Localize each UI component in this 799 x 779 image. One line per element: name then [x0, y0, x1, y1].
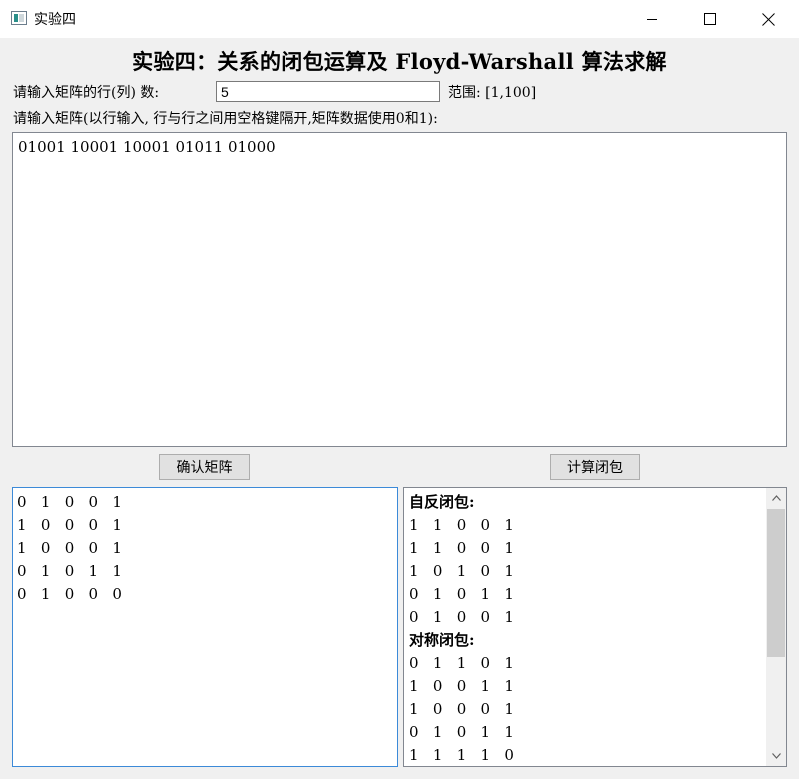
closure-results[interactable]: 自反闭包: 1 1 0 0 1 1 1 0 0 1 1 0 1 0 1 0 1 0 1…	[403, 487, 787, 767]
matrix-row: 0 1 1 0 1	[409, 654, 514, 672]
matrix-row: 1 0 0 0 1	[409, 700, 514, 718]
matrix-row: 0 1 0 1 1	[409, 585, 514, 603]
matrix-row: 1 0 0 0 1	[17, 539, 122, 557]
matrix-row: 1 1 0 0 1	[409, 516, 514, 534]
matrix-row: 0 1 0 1 1	[17, 562, 122, 580]
minimize-button[interactable]	[623, 0, 681, 38]
compute-closure-button[interactable]: 计算闭包	[550, 454, 640, 480]
close-button[interactable]	[739, 0, 797, 38]
range-label: 范围: [1,100]	[448, 85, 537, 101]
matrix-row: 1 0 1 0 1	[409, 562, 514, 580]
matrix-row: 1 0 0 0 1	[17, 516, 122, 534]
reflexive-closure-rows: 1 1 0 0 1 1 1 0 0 1 1 0 1 0 1 0 1 0 1 1 0 1 …	[409, 514, 786, 629]
chevron-down-icon	[771, 753, 781, 759]
window-title: 实验四	[34, 12, 76, 28]
close-icon	[761, 12, 775, 26]
matrix-input[interactable]: 01001 10001 10001 01011 01000	[12, 132, 787, 447]
matrix-row: 0 1 0 0 1	[409, 608, 514, 626]
scroll-thumb[interactable]	[767, 509, 785, 657]
size-label: 请输入矩阵的行(列) 数:	[13, 85, 160, 101]
maximize-button[interactable]	[681, 0, 739, 38]
size-input[interactable]	[216, 81, 440, 102]
confirm-matrix-button[interactable]: 确认矩阵	[159, 454, 250, 480]
scroll-down-button[interactable]	[766, 746, 786, 766]
scroll-up-button[interactable]	[766, 488, 786, 508]
matrix-rows: 0 1 0 0 1 1 0 0 0 1 1 0 0 0 1 0 1 0 1 1 0 1 …	[13, 488, 397, 606]
matrix-row: 1 0 0 1 1	[409, 677, 514, 695]
app-icon	[11, 11, 27, 25]
maximize-icon	[704, 13, 716, 25]
title-bar: 实验四	[0, 0, 799, 38]
matrix-row: 0 1 0 0 0	[17, 585, 122, 603]
matrix-row: 1 1 0 0 1	[409, 539, 514, 557]
vertical-scrollbar[interactable]	[766, 488, 786, 766]
matrix-instruction-label: 请输入矩阵(以行输入, 行与行之间用空格键隔开,矩阵数据使用0和1):	[13, 111, 438, 127]
page-title: 实验四：关系的闭包运算及 Floyd-Warshall 算法求解	[132, 49, 667, 74]
closure-content: 自反闭包: 1 1 0 0 1 1 1 0 0 1 1 0 1 0 1 0 1 0 1…	[404, 488, 786, 766]
reflexive-closure-label: 自反闭包:	[409, 493, 475, 511]
symmetric-closure-rows: 0 1 1 0 1 1 0 0 1 1 1 0 0 0 1 0 1 0 1 1 1 1 …	[409, 652, 786, 766]
matrix-display[interactable]: 0 1 0 0 1 1 0 0 0 1 1 0 0 0 1 0 1 0 1 1 0 1 …	[12, 487, 398, 767]
matrix-row: 0 1 0 1 1	[409, 723, 514, 741]
minimize-icon	[647, 19, 657, 20]
symmetric-closure-label: 对称闭包:	[409, 631, 475, 649]
matrix-row: 0 1 0 0 1	[17, 493, 122, 511]
matrix-row: 1 1 1 1 0	[409, 746, 514, 764]
chevron-up-icon	[771, 495, 781, 501]
